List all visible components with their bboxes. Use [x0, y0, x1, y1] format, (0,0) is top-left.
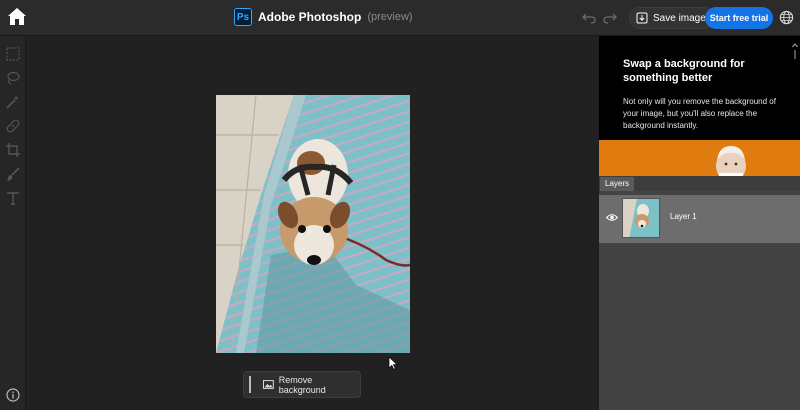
promo-description: Not only will you remove the background …: [623, 97, 776, 130]
layers-panel: Layer 1: [599, 191, 800, 410]
layer-row[interactable]: Layer 1: [599, 195, 800, 243]
promo-panel: Swap a background for something better N…: [599, 36, 800, 176]
mouse-cursor-icon: [388, 356, 398, 370]
promo-image: [599, 140, 800, 176]
brush-icon[interactable]: [5, 166, 21, 182]
remove-background-label: Remove background: [278, 374, 326, 395]
person-portrait-icon: [716, 146, 746, 176]
layer-name: Layer 1: [670, 212, 697, 221]
canvas-area[interactable]: Remove background: [27, 36, 598, 410]
lasso-icon[interactable]: [5, 70, 21, 86]
image-icon: [262, 380, 274, 389]
save-image-button[interactable]: Save image: [629, 7, 715, 29]
drag-handle[interactable]: [249, 376, 251, 393]
redo-icon[interactable]: [603, 11, 617, 25]
home-icon[interactable]: [6, 6, 28, 28]
dog-photo[interactable]: [216, 95, 410, 353]
layer-thumbnail-image: [623, 199, 659, 237]
top-bar: Ps Adobe Photoshop (preview) Save image …: [0, 0, 800, 36]
layer-thumbnail: [622, 198, 660, 238]
photoshop-logo-icon: Ps: [234, 8, 252, 26]
undo-icon[interactable]: [582, 11, 596, 25]
eye-icon[interactable]: [606, 213, 618, 222]
promo-title: Swap a background for something better: [623, 58, 745, 84]
marquee-icon[interactable]: [5, 46, 21, 62]
globe-icon[interactable]: [779, 10, 794, 25]
magic-wand-icon[interactable]: [5, 94, 21, 110]
info-icon[interactable]: [6, 388, 20, 402]
type-icon[interactable]: [5, 190, 21, 206]
download-icon: [636, 12, 648, 24]
healing-icon[interactable]: [5, 118, 21, 134]
scroll-up-icon[interactable]: [792, 42, 798, 60]
preview-tag: (preview): [367, 11, 413, 23]
save-image-label: Save image: [653, 12, 706, 24]
crop-icon[interactable]: [5, 142, 21, 158]
app-brand: Ps Adobe Photoshop (preview): [234, 8, 413, 26]
tools-panel: [0, 36, 26, 410]
dog-image: [216, 95, 410, 353]
app-title: Adobe Photoshop: [258, 10, 362, 24]
tab-layers[interactable]: Layers: [600, 177, 635, 191]
remove-background-button[interactable]: Remove background: [243, 371, 361, 398]
start-free-trial-button[interactable]: Start free trial: [705, 7, 773, 29]
